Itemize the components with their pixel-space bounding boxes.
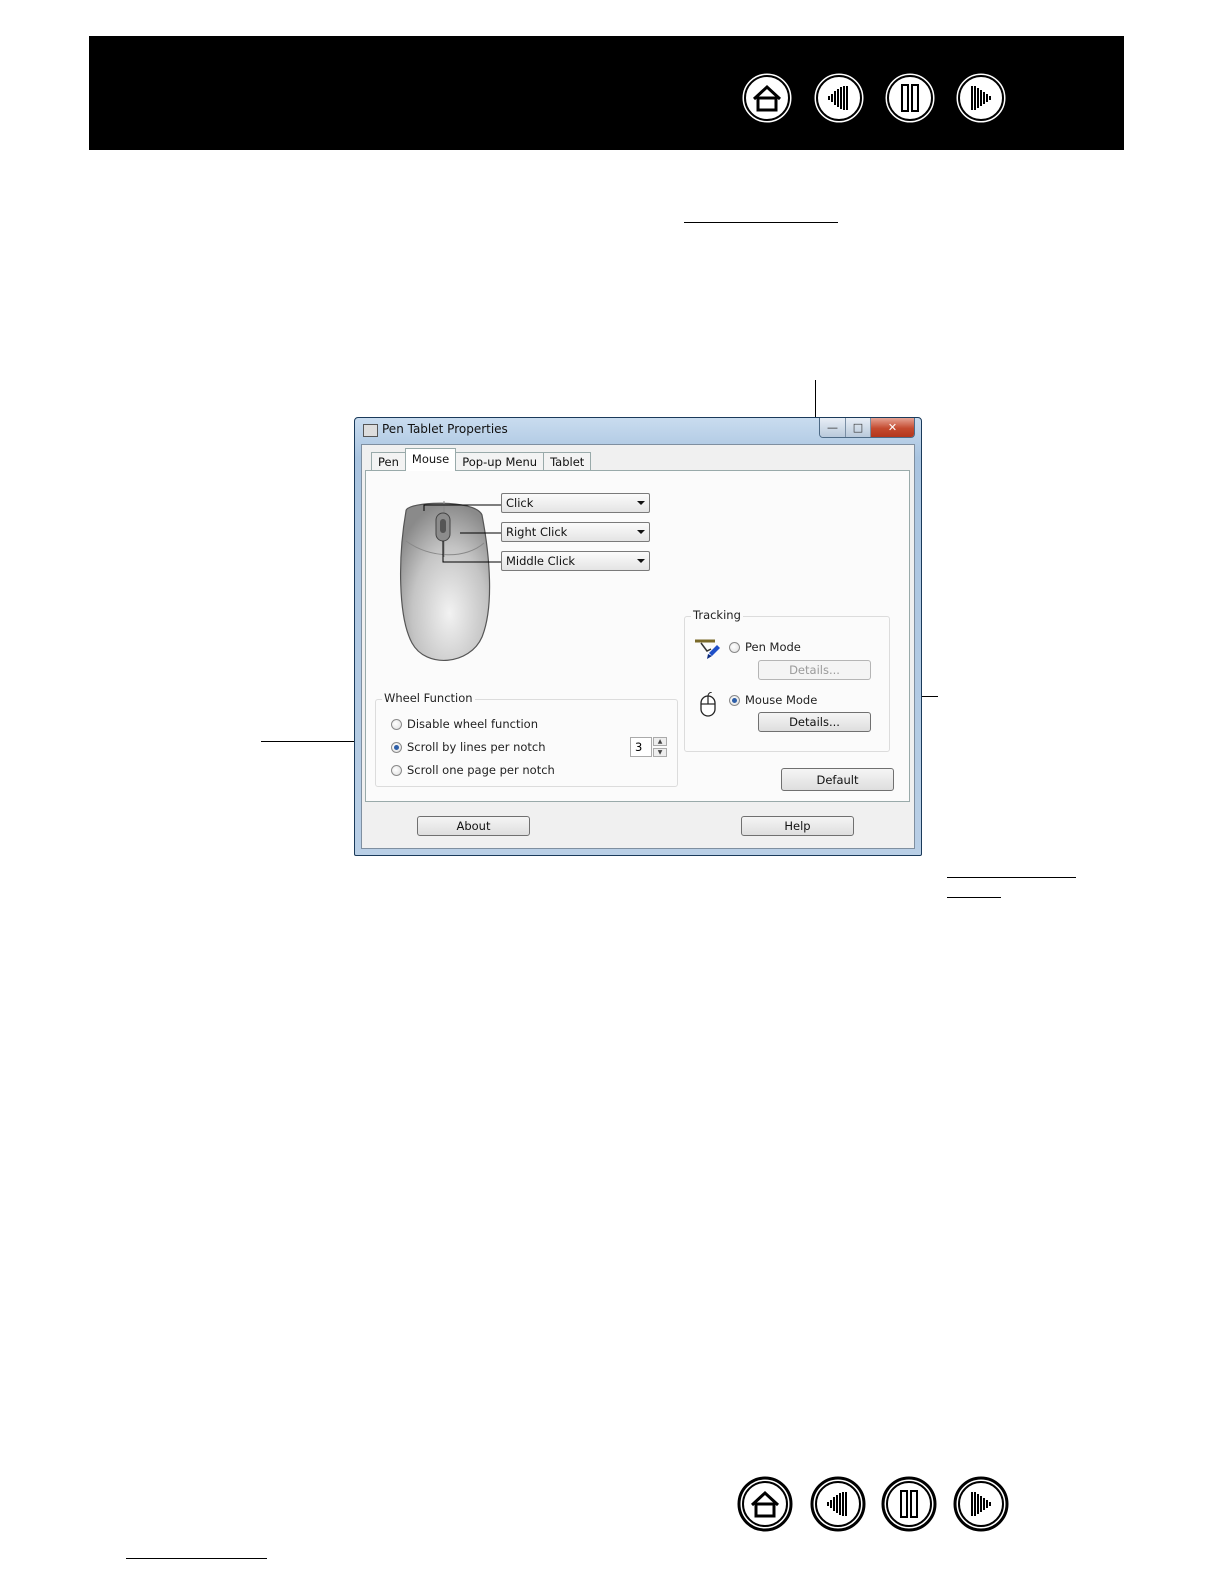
tab-strip: Pen Mouse Pop-up Menu Tablet: [371, 448, 592, 471]
app-icon: [363, 424, 378, 437]
window-controls: — □ ✕: [819, 418, 915, 438]
mouse-mode-icon: [700, 692, 716, 717]
troubleshooting-icon[interactable]: [953, 1476, 1009, 1532]
about-button[interactable]: About: [417, 816, 530, 836]
tab-popup-menu[interactable]: Pop-up Menu: [455, 452, 545, 471]
radio-selected-icon: [391, 741, 402, 753]
contents-icon[interactable]: [811, 70, 867, 126]
spin-down-icon[interactable]: ▼: [653, 748, 667, 757]
pen-mode-label: Pen Mode: [745, 640, 801, 654]
scroll-lines-radio[interactable]: Scroll by lines per notch: [391, 740, 546, 754]
contents-icon[interactable]: [810, 1476, 866, 1532]
chevron-down-icon: [637, 530, 645, 534]
link-underline[interactable]: [126, 1558, 267, 1559]
tab-mouse[interactable]: Mouse: [404, 448, 457, 471]
default-button[interactable]: Default: [781, 768, 894, 791]
link-underline[interactable]: [684, 222, 838, 223]
left-button-select[interactable]: Click: [501, 493, 650, 513]
link-underline[interactable]: [947, 897, 1001, 898]
mouse-tab-panel: Click Right Click Middle Click Tracking: [365, 470, 910, 802]
wheel-function-group: Wheel Function Disable wheel function Sc…: [375, 691, 678, 787]
home-icon[interactable]: [737, 1476, 793, 1532]
link-underline[interactable]: [947, 877, 1076, 878]
lines-per-notch-stepper[interactable]: ▲ ▼: [653, 737, 667, 757]
maximize-button[interactable]: □: [845, 418, 870, 437]
scroll-page-label: Scroll one page per notch: [407, 763, 555, 777]
minimize-button[interactable]: —: [820, 418, 845, 437]
right-button-value: Right Click: [506, 525, 568, 539]
tab-pen[interactable]: Pen: [371, 452, 406, 471]
home-icon[interactable]: [739, 70, 795, 126]
tracking-group-title: Tracking: [691, 608, 743, 622]
radio-icon: [391, 764, 402, 776]
disable-wheel-radio[interactable]: Disable wheel function: [391, 717, 538, 731]
radio-icon: [729, 641, 740, 653]
title-bar[interactable]: Pen Tablet Properties — □ ✕: [355, 418, 921, 444]
tab-tablet[interactable]: Tablet: [543, 452, 592, 471]
pen-mode-radio[interactable]: Pen Mode: [729, 640, 801, 654]
scroll-lines-label: Scroll by lines per notch: [407, 740, 546, 754]
help-button[interactable]: Help: [741, 816, 854, 836]
scroll-page-radio[interactable]: Scroll one page per notch: [391, 763, 555, 777]
mouse-details-button[interactable]: Details...: [758, 712, 871, 732]
radio-icon: [391, 718, 402, 730]
pen-mode-icon: [695, 639, 720, 659]
index-icon[interactable]: [881, 1476, 937, 1532]
chevron-down-icon: [637, 501, 645, 505]
middle-button-value: Middle Click: [506, 554, 576, 568]
tracking-group: Tracking Pen Mode Details... Mouse Mode …: [684, 608, 890, 752]
radio-selected-icon: [729, 694, 740, 706]
right-button-select[interactable]: Right Click: [501, 522, 650, 542]
disable-wheel-label: Disable wheel function: [407, 717, 538, 731]
mouse-mode-radio[interactable]: Mouse Mode: [729, 693, 817, 707]
pen-details-button[interactable]: Details...: [758, 660, 871, 680]
lines-per-notch-input[interactable]: 3: [630, 737, 652, 757]
chevron-down-icon: [637, 559, 645, 563]
close-button[interactable]: ✕: [870, 418, 914, 437]
window-title: Pen Tablet Properties: [382, 422, 508, 436]
pen-tablet-properties-window: Pen Tablet Properties — □ ✕ Pen Mouse Po…: [354, 417, 922, 856]
middle-button-select[interactable]: Middle Click: [501, 551, 650, 571]
spin-up-icon[interactable]: ▲: [653, 737, 667, 746]
mouse-mode-label: Mouse Mode: [745, 693, 818, 707]
client-area: Pen Mouse Pop-up Menu Tablet Click Right…: [361, 444, 915, 849]
left-button-value: Click: [506, 496, 534, 510]
index-icon[interactable]: [882, 70, 938, 126]
wheel-function-title: Wheel Function: [382, 691, 475, 705]
troubleshooting-icon[interactable]: [953, 70, 1009, 126]
